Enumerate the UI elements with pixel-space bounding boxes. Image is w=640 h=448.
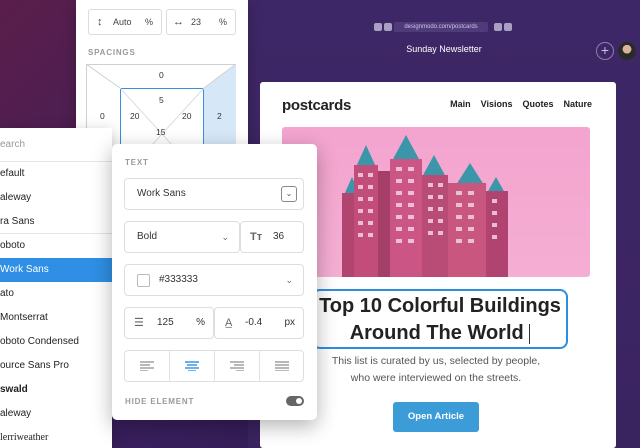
padding-right-value[interactable]: 20 xyxy=(182,111,191,121)
height-icon: ↕ xyxy=(97,16,103,28)
hide-element-label: HIDE ELEMENT xyxy=(125,397,195,406)
font-item[interactable]: aleway xyxy=(0,402,112,426)
align-justify-icon xyxy=(275,361,289,371)
chevron-down-icon[interactable]: ⌄ xyxy=(281,186,297,202)
headline-text-selected[interactable]: Top 10 Colorful Buildings Around The Wor… xyxy=(312,289,568,349)
margin-top-value[interactable]: 0 xyxy=(159,70,164,80)
subtitle: This list is curated by us, selected by … xyxy=(282,353,590,387)
browser-toolbar: designmodo.com/postcards xyxy=(248,18,640,34)
font-size-icon: Tт xyxy=(250,231,263,243)
width-icon: ↔ xyxy=(173,16,184,28)
font-item[interactable]: ato xyxy=(0,282,112,306)
back-icon[interactable] xyxy=(374,23,382,31)
height-field[interactable]: ↕ Auto % xyxy=(88,9,162,35)
align-left-button[interactable] xyxy=(125,351,170,381)
letter-spacing-field[interactable]: A̲ -0.4 px xyxy=(214,307,304,339)
font-size-value: 36 xyxy=(273,231,285,242)
line-height-icon: ☰ xyxy=(134,317,144,329)
text-color-picker[interactable]: #333333 ⌄ xyxy=(124,264,304,296)
padding-top-value[interactable]: 5 xyxy=(159,95,164,105)
font-item[interactable]: ra Sans xyxy=(0,210,112,234)
share-icon[interactable] xyxy=(494,23,502,31)
tabs-icon[interactable] xyxy=(504,23,512,31)
margin-left-value[interactable]: 0 xyxy=(100,111,105,121)
chevron-down-icon: ⌄ xyxy=(285,275,293,285)
line-height-field[interactable]: ☰ 125 % xyxy=(124,307,214,339)
width-value: 23 xyxy=(191,17,202,27)
nav-item-main[interactable]: Main xyxy=(450,99,471,109)
font-weight-select[interactable]: Bold ⌄ xyxy=(124,221,240,253)
line-height-unit: % xyxy=(196,317,205,328)
font-item[interactable]: Montserrat xyxy=(0,306,112,330)
spacings-label: SPACINGS xyxy=(88,48,136,57)
height-unit: % xyxy=(144,17,153,27)
font-item[interactable]: aleway xyxy=(0,186,112,210)
headline-line-2: Around The World xyxy=(314,320,566,347)
width-field[interactable]: ↔ 23 % xyxy=(166,9,236,35)
text-style-panel: TEXT Work Sans ⌄ Bold ⌄ Tт 36 #333333 ⌄ … xyxy=(112,144,317,420)
padding-bottom-value[interactable]: 15 xyxy=(156,127,165,137)
hero-image[interactable] xyxy=(282,127,590,277)
letter-spacing-icon: A̲ xyxy=(225,317,233,329)
font-item[interactable]: efault xyxy=(0,162,112,186)
font-item[interactable]: oboto xyxy=(0,234,112,258)
headline-line-1: Top 10 Colorful Buildings xyxy=(319,295,561,317)
subtitle-line-1: This list is curated by us, selected by … xyxy=(331,355,541,367)
font-item-selected[interactable]: Work Sans xyxy=(0,258,112,282)
email-nav: Main Visions Quotes Nature xyxy=(450,99,592,109)
font-size-field[interactable]: Tт 36 xyxy=(240,221,304,253)
align-justify-button[interactable] xyxy=(260,351,305,381)
margin-right-value[interactable]: 2 xyxy=(217,111,222,121)
text-cursor xyxy=(529,323,531,344)
letter-spacing-unit: px xyxy=(284,317,295,328)
align-center-button[interactable] xyxy=(170,351,215,381)
nav-item-quotes[interactable]: Quotes xyxy=(522,99,553,109)
font-weight-value: Bold xyxy=(137,231,158,242)
subtitle-line-2: who were interviewed on the streets. xyxy=(350,372,522,384)
forward-icon[interactable] xyxy=(384,23,392,31)
line-height-value: 125 xyxy=(157,317,174,328)
color-hex-value: #333333 xyxy=(159,274,198,285)
chevron-down-icon: ⌄ xyxy=(221,232,229,242)
open-article-button[interactable]: Open Article xyxy=(393,402,479,432)
font-item[interactable]: swald xyxy=(0,378,112,402)
width-unit: % xyxy=(218,17,227,27)
font-item[interactable]: lerriweather xyxy=(0,426,112,448)
hide-element-toggle[interactable] xyxy=(286,396,304,406)
brand-logo[interactable]: postcards xyxy=(282,97,351,114)
text-section-label: TEXT xyxy=(125,158,149,167)
align-right-button[interactable] xyxy=(215,351,260,381)
newsletter-title: Sunday Newsletter xyxy=(406,44,482,54)
font-item[interactable]: oboto Condensed xyxy=(0,330,112,354)
font-family-select[interactable]: Work Sans ⌄ xyxy=(124,178,304,210)
height-value: Auto xyxy=(113,17,132,27)
avatar[interactable] xyxy=(618,42,636,60)
nav-item-visions[interactable]: Visions xyxy=(481,99,513,109)
letter-spacing-value: -0.4 xyxy=(245,317,263,328)
font-item[interactable]: ource Sans Pro xyxy=(0,354,112,378)
padding-left-value[interactable]: 20 xyxy=(130,111,139,121)
plus-icon[interactable]: + xyxy=(596,42,614,60)
font-family-value: Work Sans xyxy=(137,188,186,199)
nav-item-nature[interactable]: Nature xyxy=(563,99,592,109)
font-search-input[interactable]: earch xyxy=(0,128,112,162)
align-center-icon xyxy=(185,361,199,371)
alignment-group xyxy=(124,350,304,382)
color-swatch[interactable] xyxy=(137,274,150,287)
url-bar[interactable]: designmodo.com/postcards xyxy=(394,22,488,32)
align-left-icon xyxy=(140,361,154,371)
building-illustration xyxy=(342,135,508,277)
font-list-panel: earch efault aleway ra Sans oboto Work S… xyxy=(0,128,112,448)
align-right-icon xyxy=(230,361,244,371)
